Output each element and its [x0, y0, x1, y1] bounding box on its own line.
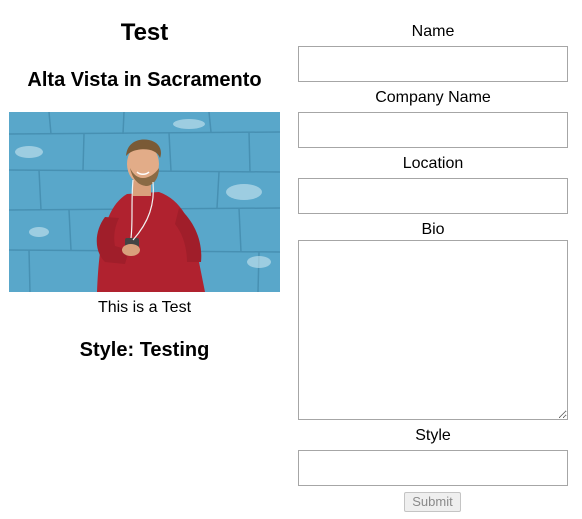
bio-label: Bio [421, 221, 445, 238]
preview-style: Style: Testing [79, 339, 210, 361]
name-input[interactable] [298, 46, 568, 82]
location-input[interactable] [298, 178, 568, 214]
name-label: Name [411, 23, 455, 40]
preview-name: Test [120, 19, 169, 46]
preview-company-location: Alta Vista in Sacramento [27, 69, 262, 91]
portrait-photo [9, 112, 280, 292]
company-name-label: Company Name [375, 89, 491, 106]
location-label: Location [402, 155, 464, 172]
submit-button[interactable]: Submit [404, 492, 461, 512]
style-label: Style [415, 427, 451, 444]
preview-bio: This is a Test [97, 299, 192, 316]
company-name-input[interactable] [298, 112, 568, 148]
bio-textarea[interactable] [298, 240, 568, 420]
style-input[interactable] [298, 450, 568, 486]
